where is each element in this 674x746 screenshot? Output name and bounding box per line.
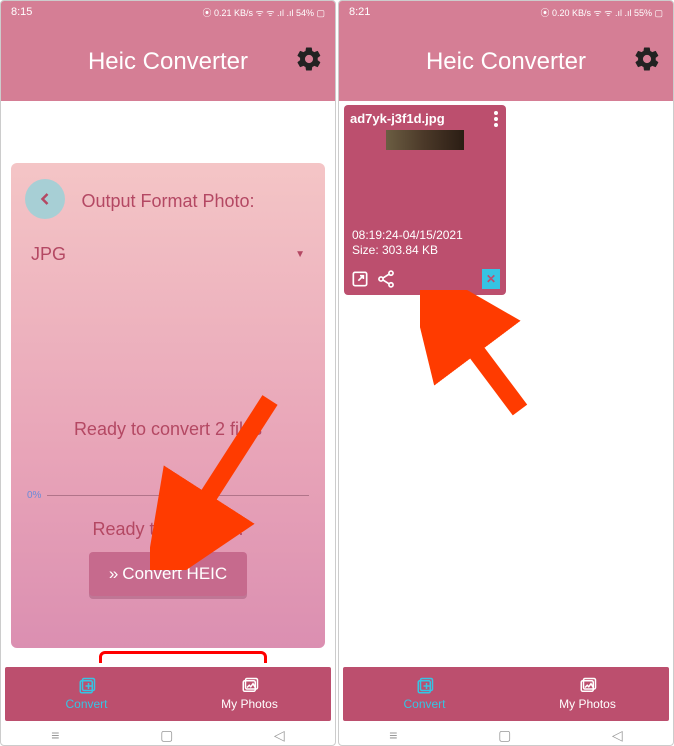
file-actions: ✕ <box>350 269 500 289</box>
status-icons: ⦿ 0.20 KB/s ᯤ ᯤ .ıl .ıl 55% ▢ <box>541 6 663 19</box>
delete-icon[interactable]: ✕ <box>482 269 500 289</box>
system-nav: ≡ ▢ ◁ <box>1 725 335 745</box>
status-bar: 8:21 ⦿ 0.20 KB/s ᯤ ᯤ .ıl .ıl 55% ▢ <box>339 1 673 23</box>
nav-convert-label: Convert <box>65 697 107 711</box>
convert-button-label: Convert HEIC <box>122 564 227 584</box>
arrow-left-icon <box>35 189 55 209</box>
format-dropdown[interactable]: JPG ▼ <box>25 240 311 269</box>
nav-photos[interactable]: My Photos <box>168 677 331 711</box>
sys-home-icon[interactable]: ▢ <box>160 727 173 744</box>
sys-menu-icon[interactable]: ≡ <box>51 727 59 743</box>
status-time: 8:15 <box>11 6 32 18</box>
sys-home-icon[interactable]: ▢ <box>498 727 511 744</box>
progress-bar <box>47 495 309 496</box>
annotation-highlight <box>99 651 267 663</box>
progress-percent: 0% <box>27 490 41 501</box>
file-meta: 08:19:24-04/15/2021 Size: 303.84 KB <box>352 228 463 259</box>
status-icons: ⦿ 0.21 KB/s ᯤ ᯤ .ıl .ıl 54% ▢ <box>203 6 325 19</box>
app-header: Heic Converter <box>339 23 673 101</box>
content-area: Output Format Photo: JPG ▼ Ready to conv… <box>1 101 335 663</box>
system-nav: ≡ ▢ ◁ <box>339 725 673 745</box>
chevron-double-right-icon: » <box>109 564 118 584</box>
nav-photos-label: My Photos <box>559 697 616 711</box>
convert-card: Output Format Photo: JPG ▼ Ready to conv… <box>11 163 325 648</box>
file-card[interactable]: ad7yk-j3f1d.jpg 08:19:24-04/15/2021 Size… <box>344 105 506 295</box>
nav-photos[interactable]: My Photos <box>506 677 669 711</box>
bottom-nav: Convert My Photos <box>5 667 331 721</box>
bottom-nav: Convert My Photos <box>343 667 669 721</box>
convert-icon <box>77 677 97 695</box>
progress-area: 0% <box>25 490 311 501</box>
ready-convert-text: Ready to convert... <box>25 519 311 540</box>
app-title: Heic Converter <box>88 48 248 76</box>
photos-icon <box>578 677 598 695</box>
photos-icon <box>240 677 260 695</box>
nav-photos-label: My Photos <box>221 697 278 711</box>
share-icon[interactable] <box>376 269 396 289</box>
back-button[interactable] <box>25 179 65 219</box>
phone-left: 8:15 ⦿ 0.21 KB/s ᯤ ᯤ .ıl .ıl 54% ▢ Heic … <box>0 0 336 746</box>
settings-gear-icon[interactable] <box>633 45 661 73</box>
more-menu-icon[interactable] <box>494 111 498 127</box>
file-size: Size: 303.84 KB <box>352 243 463 259</box>
convert-heic-button[interactable]: » Convert HEIC <box>89 552 247 596</box>
sys-back-icon[interactable]: ◁ <box>274 727 285 744</box>
nav-convert[interactable]: Convert <box>5 677 168 711</box>
sys-back-icon[interactable]: ◁ <box>612 727 623 744</box>
file-name: ad7yk-j3f1d.jpg <box>350 111 500 126</box>
convert-icon <box>415 677 435 695</box>
settings-gear-icon[interactable] <box>295 45 323 73</box>
status-time: 8:21 <box>349 6 370 18</box>
content-area: ad7yk-j3f1d.jpg 08:19:24-04/15/2021 Size… <box>339 101 673 663</box>
nav-convert[interactable]: Convert <box>343 677 506 711</box>
sys-menu-icon[interactable]: ≡ <box>389 727 397 743</box>
file-thumbnail <box>386 130 464 150</box>
open-external-icon[interactable] <box>350 269 370 289</box>
chevron-down-icon: ▼ <box>295 249 305 260</box>
ready-files-text: Ready to convert 2 files <box>25 419 311 440</box>
file-timestamp: 08:19:24-04/15/2021 <box>352 228 463 244</box>
app-title: Heic Converter <box>426 48 586 76</box>
nav-convert-label: Convert <box>403 697 445 711</box>
phone-right: 8:21 ⦿ 0.20 KB/s ᯤ ᯤ .ıl .ıl 55% ▢ Heic … <box>338 0 674 746</box>
output-format-label: Output Format Photo: <box>25 191 311 212</box>
dropdown-value: JPG <box>31 244 66 265</box>
app-header: Heic Converter <box>1 23 335 101</box>
status-bar: 8:15 ⦿ 0.21 KB/s ᯤ ᯤ .ıl .ıl 54% ▢ <box>1 1 335 23</box>
